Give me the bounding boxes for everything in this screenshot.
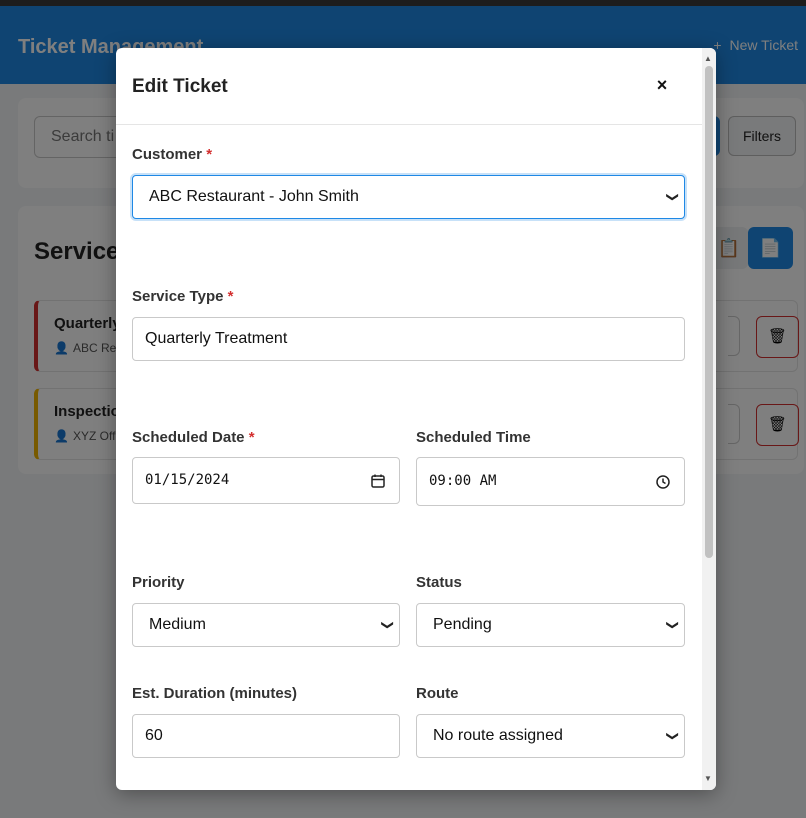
scheduled-date-label: Scheduled Date * [132,429,255,446]
route-select-value: No route assigned [433,727,563,744]
modal-title: Edit Ticket [132,76,228,97]
customer-select[interactable]: ABC Restaurant - John Smith ❯ [132,175,685,219]
scrollbar-thumb[interactable] [705,66,713,558]
duration-label: Est. Duration (minutes) [132,685,297,702]
scroll-up-arrow-icon[interactable]: ▲ [704,54,712,63]
duration-label-text: Est. Duration (minutes) [132,685,298,702]
scheduled-date-label-text: Scheduled Date [132,429,245,446]
priority-select-value: Medium [149,616,206,633]
route-label-text: Route [416,685,459,702]
priority-label: Priority [132,574,185,591]
duration-input[interactable]: 60 [132,714,400,758]
service-type-label: Service Type * [132,288,233,305]
route-label: Route [416,685,459,702]
scheduled-date-value: 01/15/2024 [145,472,230,488]
status-label: Status [416,574,462,591]
route-select[interactable]: No route assigned ❯ [416,714,685,758]
required-marker: * [248,429,255,446]
status-select[interactable]: Pending ❯ [416,603,685,647]
modal-header: Edit Ticket × [116,48,702,125]
calendar-icon[interactable] [371,458,385,503]
chevron-down-icon: ❯ [665,191,680,203]
scheduled-time-label: Scheduled Time [416,429,531,446]
chevron-down-icon: ❯ [380,619,395,631]
service-type-label-text: Service Type [132,288,224,305]
modal-scrollbar[interactable]: ▲ ▼ [702,48,716,790]
chevron-down-icon: ❯ [665,730,680,742]
required-marker: * [206,146,213,163]
customer-label-text: Customer [132,146,203,163]
status-label-text: Status [416,574,462,591]
customer-label: Customer * [132,146,212,163]
close-icon: × [656,75,668,95]
chevron-down-icon: ❯ [665,619,680,631]
edit-ticket-modal: Edit Ticket × Customer * ABC Restaurant … [116,48,716,790]
customer-select-value: ABC Restaurant - John Smith [149,188,359,205]
service-type-input[interactable]: Quarterly Treatment [132,317,685,361]
scheduled-time-value: 09:00 AM [429,473,497,489]
scheduled-date-input[interactable]: 01/15/2024 [132,457,400,504]
service-type-value: Quarterly Treatment [145,330,288,347]
scheduled-time-input[interactable]: 09:00 AM [416,457,685,506]
scroll-down-arrow-icon[interactable]: ▼ [704,774,712,783]
status-select-value: Pending [433,616,492,633]
close-button[interactable]: × [652,75,672,95]
clock-icon[interactable] [656,458,670,505]
scheduled-time-label-text: Scheduled Time [416,429,531,446]
required-marker: * [227,288,234,305]
priority-label-text: Priority [132,574,185,591]
priority-select[interactable]: Medium ❯ [132,603,400,647]
duration-value: 60 [145,727,163,744]
